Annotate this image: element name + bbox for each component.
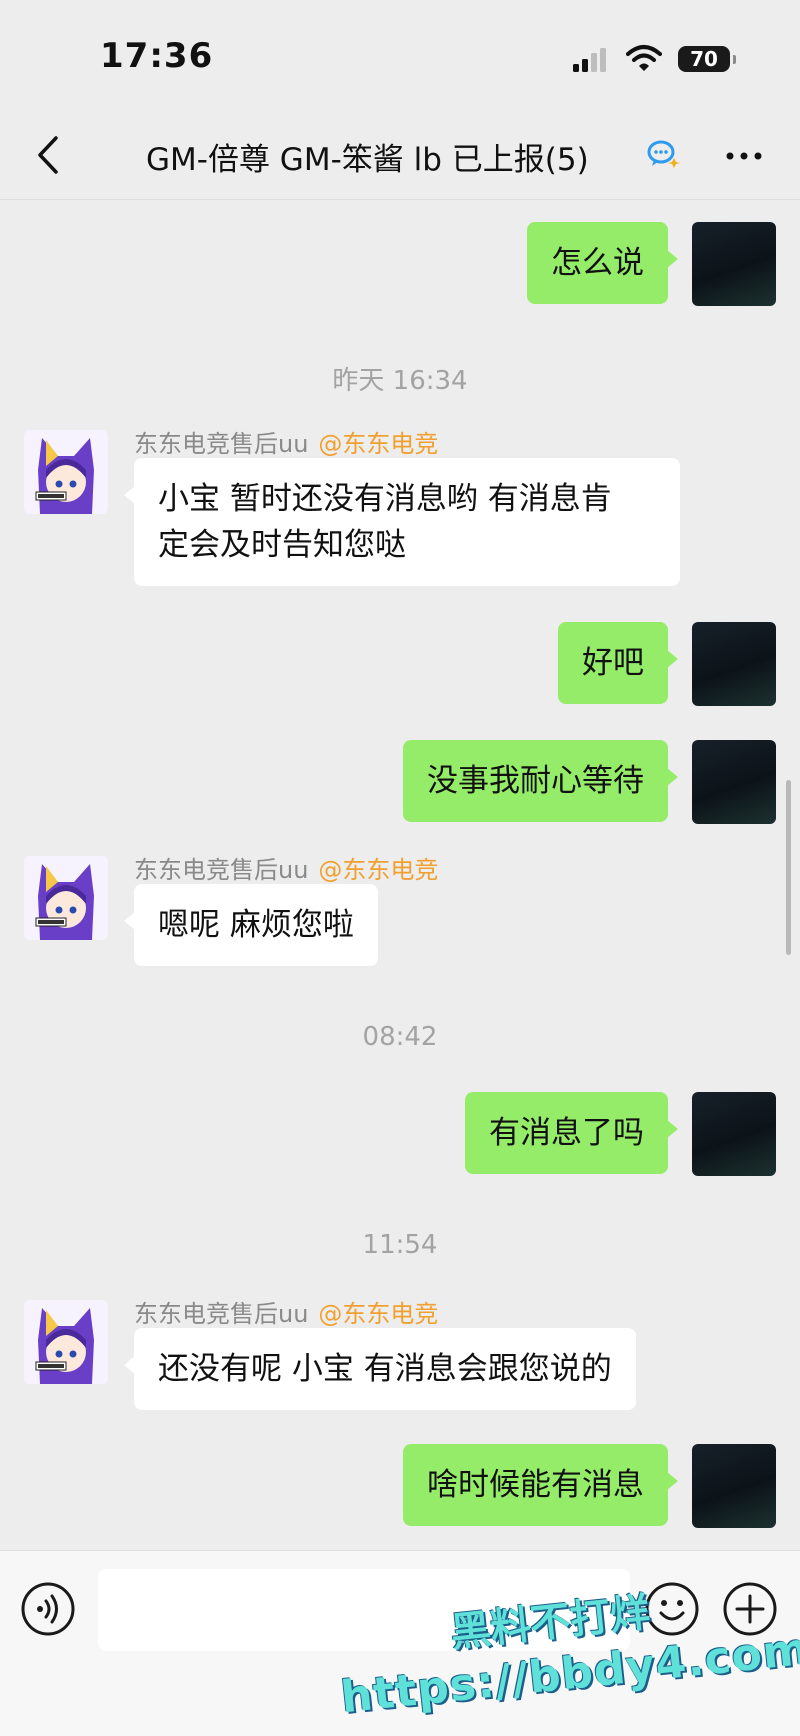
message-text: 好吧 [582,645,644,681]
message-input[interactable] [98,1569,630,1651]
message-text: 没事我耐心等待 [427,763,644,799]
message-bubble-self[interactable]: 有消息了吗 [465,1092,678,1174]
message-bubble-self[interactable]: 好吧 [558,622,678,704]
avatar-self[interactable] [692,222,776,306]
message-text: 有消息了吗 [489,1115,644,1151]
chat-message-list[interactable]: 怎么说 昨天 16:34 东东电竞售后uu @东东电竞 小宝 暂时还没有消息哟 有… [0,200,800,1550]
message-text: 啥时候能有消息 [427,1467,644,1503]
avatar-other[interactable] [24,856,108,940]
sender-tag[interactable]: @东东电竞 [318,430,438,458]
status-bar: 17:36 70 [0,0,800,110]
sender-name: 东东电竞售后uu [134,856,309,884]
time-stamp: 11:54 [362,1230,438,1260]
plus-icon[interactable] [722,1581,778,1637]
message-bubble-self[interactable]: 没事我耐心等待 [403,740,678,822]
back-arrow-icon[interactable] [30,132,70,178]
avatar-other[interactable] [24,430,108,514]
status-time: 17:36 [100,36,214,76]
chat-title: GM-倍尊 GM-笨酱 lb 已上报(5) [146,142,589,178]
message-bubble-other[interactable]: 还没有呢 小宝 有消息会跟您说的 [124,1328,636,1410]
avatar-self[interactable] [692,1444,776,1528]
message-bubble-self[interactable]: 怎么说 [527,222,678,304]
sender-info: 东东电竞售后uu @东东电竞 [134,850,438,885]
more-dots-icon[interactable] [720,138,768,174]
cat-avatar-icon [35,1308,94,1384]
signal-icon [573,48,606,72]
message-text: 嗯呢 麻烦您啦 [158,907,354,943]
sender-info: 东东电竞售后uu @东东电竞 [134,1294,438,1329]
input-bar [0,1550,800,1736]
voice-icon[interactable] [20,1581,76,1637]
message-text-line: 小宝 暂时还没有消息哟 有消息肯 [158,481,612,517]
cat-avatar-icon [35,438,94,514]
sender-name: 东东电竞售后uu [134,1300,309,1328]
emoji-icon[interactable] [644,1581,700,1637]
sender-name: 东东电竞售后uu [134,430,309,458]
message-bubble-other[interactable]: 小宝 暂时还没有消息哟 有消息肯 定会及时告知您哒 [124,458,680,586]
avatar-self[interactable] [692,740,776,824]
sender-tag[interactable]: @东东电竞 [318,856,438,884]
chat-header: GM-倍尊 GM-笨酱 lb 已上报(5) [0,110,800,200]
chat-bubble-icon [647,140,680,168]
sender-info: 东东电竞售后uu @东东电竞 [134,424,438,459]
message-text-line: 定会及时告知您哒 [158,527,406,563]
time-stamp: 昨天 16:34 [332,366,468,396]
time-stamp: 08:42 [362,1022,438,1052]
message-text: 怎么说 [551,245,644,281]
battery-icon: 70 [678,46,736,72]
message-bubble-self[interactable]: 啥时候能有消息 [403,1444,678,1526]
avatar-other[interactable] [24,1300,108,1384]
scrollbar[interactable] [786,780,791,955]
avatar-self[interactable] [692,1092,776,1176]
avatar-self[interactable] [692,622,776,706]
wifi-icon [626,45,662,71]
message-text: 还没有呢 小宝 有消息会跟您说的 [158,1351,612,1387]
message-bubble-other[interactable]: 嗯呢 麻烦您啦 [124,884,378,966]
sender-tag[interactable]: @东东电竞 [318,1300,438,1328]
cat-avatar-icon [35,864,94,940]
